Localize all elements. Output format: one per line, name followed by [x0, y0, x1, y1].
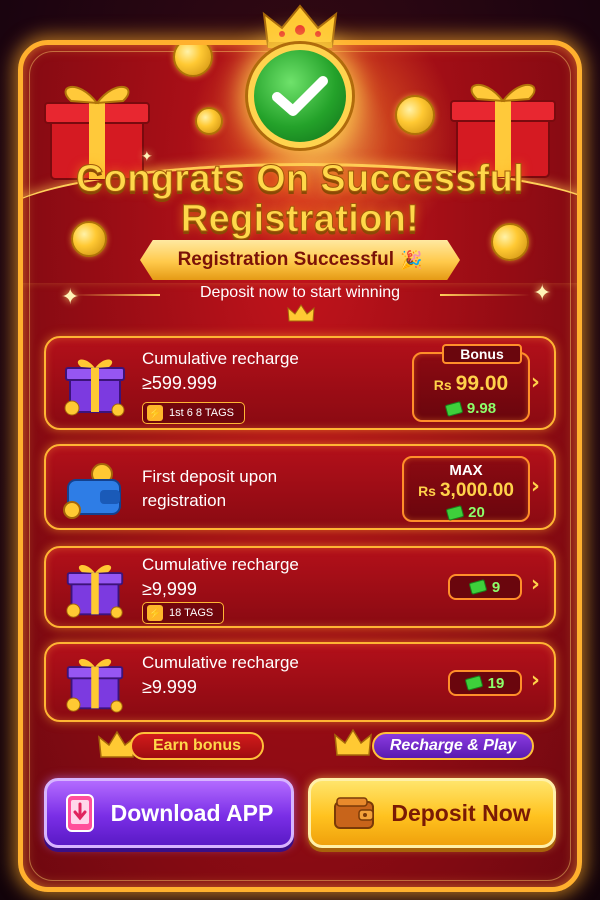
- bolt-icon: ⚡: [147, 605, 163, 621]
- offer-tag-text: 1st 6 8 TAGS: [169, 407, 235, 419]
- earn-bonus-badge[interactable]: Earn bonus: [130, 732, 264, 760]
- check-icon: [272, 76, 328, 116]
- cash-value: 9: [491, 578, 501, 596]
- max-reward-box: MAX Rs 3,000.00 20: [402, 456, 530, 522]
- offer-card-cumulative-9-999[interactable]: Cumulative recharge ≥9.999 19 ›: [44, 642, 556, 722]
- offer-card-cumulative-599999[interactable]: Cumulative recharge ≥599.999 ⚡ 1st 6 8 T…: [44, 336, 556, 430]
- offer-label: Cumulative recharge: [142, 349, 299, 368]
- gift-icon: [66, 565, 124, 619]
- offer-label: First deposit upon: [142, 467, 278, 486]
- currency-label: Rs: [433, 377, 452, 393]
- bonus-amount: Rs 99.00: [414, 372, 528, 396]
- ribbon-label: Registration Successful: [177, 249, 395, 270]
- chevron-right-icon[interactable]: ›: [531, 572, 540, 597]
- chevron-right-icon[interactable]: ›: [531, 668, 540, 693]
- coin-icon: [395, 95, 435, 135]
- cash-reward: 20: [404, 504, 528, 521]
- chevron-right-icon[interactable]: ›: [531, 474, 540, 499]
- bonus-value: 99.00: [455, 372, 509, 395]
- cash-reward-pill: 19: [448, 670, 522, 696]
- max-amount: Rs 3,000.00: [404, 480, 528, 502]
- offer-card-cumulative-9999[interactable]: Cumulative recharge ≥9,999 ⚡ 18 TAGS 9 ›: [44, 546, 556, 628]
- phone-download-icon: [65, 794, 94, 832]
- max-label: MAX: [449, 462, 483, 479]
- wallet-icon: [63, 463, 121, 519]
- cash-value: 20: [468, 504, 485, 521]
- deposit-now-label: Deposit Now: [391, 799, 531, 826]
- cash-icon: [444, 400, 464, 417]
- offer-tag: ⚡ 18 TAGS: [142, 602, 225, 624]
- download-app-button[interactable]: Download APP: [44, 778, 294, 848]
- wallet-icon: [334, 797, 375, 829]
- chevron-right-icon[interactable]: ›: [531, 370, 540, 395]
- download-app-label: Download APP: [110, 799, 274, 826]
- crown-icon: [334, 728, 372, 756]
- gift-icon: [64, 359, 125, 417]
- bonus-label: Bonus: [442, 344, 522, 364]
- cash-icon: [445, 504, 465, 521]
- page-title-line2: Registration!: [180, 198, 420, 241]
- offer-tag-text: 18 TAGS: [169, 607, 214, 619]
- cash-icon: [468, 579, 488, 595]
- recharge-play-badge[interactable]: Recharge & Play: [372, 732, 534, 760]
- bonus-reward-box: Bonus Rs 99.00 9.98: [412, 344, 530, 422]
- cash-reward-pill: 9: [448, 574, 522, 600]
- cash-icon: [464, 675, 483, 691]
- offer-amount: ≥9,999: [142, 579, 197, 599]
- status-ribbon: Registration Successful 🎉: [140, 240, 460, 280]
- page-title: Congrats On Successful: [76, 158, 525, 201]
- gift-icon: [66, 659, 124, 713]
- subtitle: Deposit now to start winning: [199, 284, 401, 301]
- deposit-now-button[interactable]: Deposit Now: [308, 778, 556, 848]
- cash-value: 9.98: [466, 400, 497, 417]
- offer-amount: ≥9.999: [142, 677, 197, 697]
- offer-label: Cumulative recharge: [142, 653, 299, 672]
- max-value: 3,000.00: [439, 480, 514, 501]
- offer-amount: ≥599.999: [142, 373, 217, 393]
- success-check-badge: [248, 44, 352, 148]
- bolt-icon: ⚡: [147, 405, 163, 421]
- currency-label: Rs: [418, 483, 436, 499]
- party-popper-icon: 🎉: [400, 249, 423, 271]
- cash-reward: 9.98: [414, 400, 528, 417]
- offer-label-line2: registration: [142, 491, 227, 510]
- coin-icon: [195, 107, 223, 135]
- offer-card-first-deposit[interactable]: First deposit upon registration MAX Rs 3,…: [44, 444, 556, 530]
- cash-value: 19: [487, 674, 505, 692]
- offer-tag: ⚡ 1st 6 8 TAGS: [142, 402, 246, 424]
- offer-label: Cumulative recharge: [142, 555, 299, 574]
- crown-icon: [287, 304, 315, 322]
